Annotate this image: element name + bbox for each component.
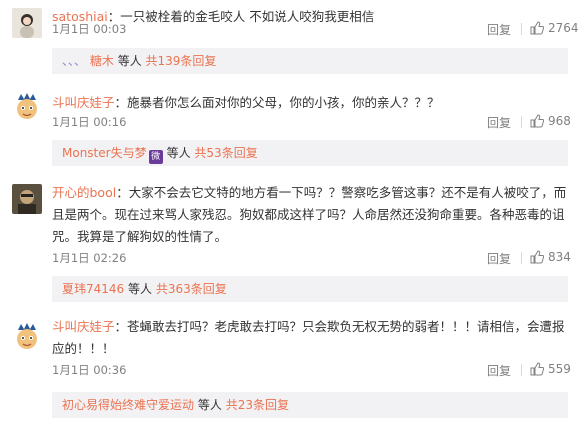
like-count: 2764 [548,21,579,35]
comment-username[interactable]: 斗叫庆娃子 [52,319,115,334]
cartoon-avatar-icon [12,322,42,352]
avatar[interactable] [12,92,42,122]
avatar[interactable] [12,8,42,38]
comment-time: 1月1日 02:26 [52,251,127,265]
separator [521,23,522,35]
comment: 斗叫庆娃子：苍蝇敢去打吗？老虎敢去打吗？只会欺负无权无势的弱者！！！请相信，会遭… [0,310,580,424]
comment-username[interactable]: 斗叫庆娃子 [52,95,115,110]
reply-count-link[interactable]: 共139条回复 [146,54,217,68]
comment-body: 苍蝇敢去打吗？老虎敢去打吗？只会欺负无权无势的弱者！！！请相信，会遭报应的！！！ [52,319,565,356]
comment-body: 施暴者你怎么面对你的父母，你的小孩，你的亲人？？？ [127,95,440,110]
like-button[interactable]: 2764 [530,21,579,35]
user-photo-icon [12,184,42,214]
reply-count-link[interactable]: 共363条回复 [156,282,227,296]
reply-summary-prefix: 、、、 [62,54,87,68]
separator [521,252,522,264]
reply-summary-user[interactable]: 夏玮74146 [62,282,124,296]
avatar[interactable] [12,322,42,352]
reply-count-link[interactable]: 共23条回复 [226,398,289,412]
cartoon-avatar-icon [12,92,42,122]
comment-body: 一只被栓着的金毛咬人 不如说人咬狗我更相信 [120,9,375,24]
reply-summary[interactable]: 、、、 糖木 等人 共139条回复 [52,48,568,74]
comment: 开心的bool：大家不会去它文特的地方看一下吗？？警察吃多管这事？还不是有人被咬… [0,176,580,302]
reply-summary-user[interactable]: 糖木 [90,54,114,68]
reply-summary[interactable]: 夏玮74146 等人 共363条回复 [52,276,568,302]
like-button[interactable]: 834 [530,250,571,264]
reply-button[interactable]: 回复 [487,21,511,38]
reply-button[interactable]: 回复 [487,362,511,379]
reply-summary-middle: 等人 [166,146,191,160]
reply-button[interactable]: 回复 [487,250,511,267]
avatar[interactable] [12,184,42,214]
comment-body: 大家不会去它文特的地方看一下吗？？警察吃多管这事？还不是有人被咬了，而且是两个。… [52,185,567,244]
comment-time: 1月1日 00:16 [52,115,127,129]
reply-summary-middle: 等人 [117,54,142,68]
member-badge-icon: 微 [148,150,163,164]
like-count: 834 [548,250,571,264]
comment-text: 斗叫庆娃子：施暴者你怎么面对你的父母，你的小孩，你的亲人？？？ [52,95,440,110]
reply-summary[interactable]: Monster失与梦微等人 共53条回复 [52,140,568,166]
user-photo-icon [12,8,42,38]
reply-summary[interactable]: 初心易得始终难守爱运动 等人 共23条回复 [52,392,568,418]
separator [521,364,522,376]
thumbs-up-icon [530,21,544,35]
comment-time: 1月1日 00:03 [52,22,127,36]
comment-time: 1月1日 00:36 [52,363,127,377]
reply-summary-middle: 等人 [197,398,222,412]
separator [521,116,522,128]
thumbs-up-icon [530,114,544,128]
comment-text: 开心的bool：大家不会去它文特的地方看一下吗？？警察吃多管这事？还不是有人被咬… [52,185,567,244]
thumbs-up-icon [530,362,544,376]
like-count: 968 [548,114,571,128]
like-button[interactable]: 968 [530,114,571,128]
reply-count-link[interactable]: 共53条回复 [194,146,257,160]
comment: 斗叫庆娃子：施暴者你怎么面对你的父母，你的小孩，你的亲人？？？ 1月1日 00:… [0,86,580,166]
reply-summary-middle: 等人 [128,282,153,296]
reply-summary-user[interactable]: Monster失与梦 [62,146,147,160]
comment-text: 斗叫庆娃子：苍蝇敢去打吗？老虎敢去打吗？只会欺负无权无势的弱者！！！请相信，会遭… [52,319,565,356]
reply-button[interactable]: 回复 [487,114,511,131]
reply-summary-user[interactable]: 初心易得始终难守爱运动 [62,398,194,412]
comment-username[interactable]: 开心的bool [52,185,116,200]
like-button[interactable]: 559 [530,362,571,376]
like-count: 559 [548,362,571,376]
comment: satoshiai：一只被栓着的金毛咬人 不如说人咬狗我更相信 1月1日 00:… [0,0,580,76]
thumbs-up-icon [530,250,544,264]
